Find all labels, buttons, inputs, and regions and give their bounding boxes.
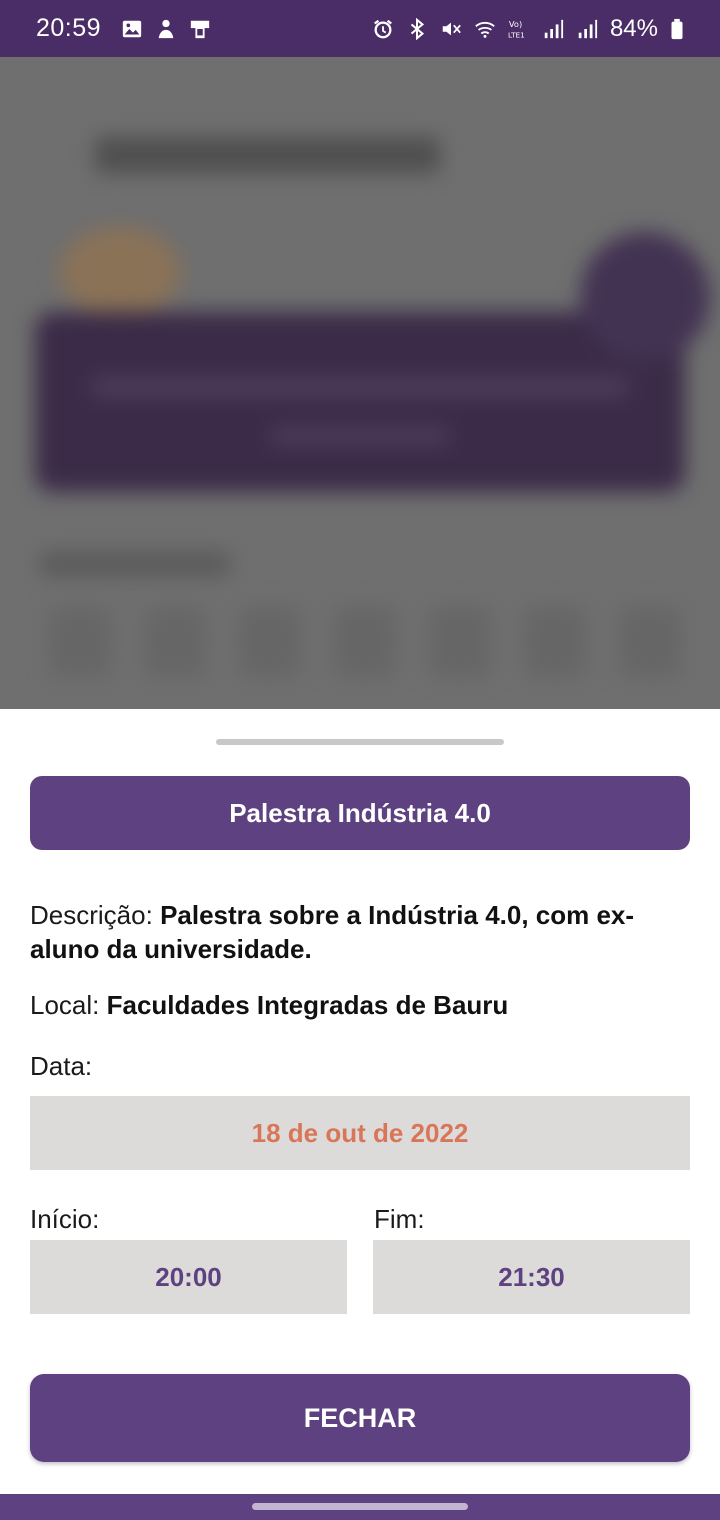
- signal-icon: [576, 18, 598, 40]
- blurred-item: [50, 607, 110, 677]
- alarm-icon: [372, 18, 394, 40]
- blurred-heading: [40, 552, 230, 576]
- blurred-item: [525, 607, 585, 677]
- start-label: Início:: [30, 1204, 100, 1234]
- blurred-item: [240, 607, 300, 677]
- sheet-drag-handle[interactable]: [216, 739, 504, 745]
- gallery-icon: [121, 18, 143, 40]
- description-label: Descrição:: [30, 900, 153, 930]
- blurred-text-line: [90, 377, 630, 397]
- blurred-header: [95, 137, 440, 173]
- blurred-item: [335, 607, 395, 677]
- blurred-item: [145, 607, 205, 677]
- event-location: Local: Faculdades Integradas de Bauru: [30, 988, 670, 1022]
- blurred-text-line: [270, 427, 450, 445]
- payment-app-icon: [189, 18, 211, 40]
- blurred-circle: [580, 232, 710, 362]
- volte-icon: Vo) LTE1: [508, 18, 530, 40]
- blurred-avatar: [60, 227, 180, 317]
- status-left-icons: [121, 18, 211, 40]
- location-value: Faculdades Integradas de Bauru: [106, 990, 509, 1020]
- blurred-content: [0, 57, 720, 709]
- signal-icon: [542, 18, 564, 40]
- blurred-item: [430, 607, 490, 677]
- end-label: Fim:: [374, 1204, 425, 1234]
- blurred-card: [35, 312, 685, 492]
- battery-icon: [670, 18, 684, 40]
- mute-icon: [440, 18, 462, 40]
- svg-text:Vo): Vo): [509, 19, 522, 29]
- home-gesture-pill[interactable]: [252, 1503, 468, 1510]
- status-time: 20:59: [36, 14, 102, 42]
- battery-percentage: 84%: [609, 14, 658, 42]
- bluetooth-icon: [406, 17, 428, 40]
- svg-text:LTE1: LTE1: [508, 30, 525, 39]
- blurred-background-app: [0, 57, 720, 709]
- start-time-field[interactable]: 20:00: [30, 1240, 347, 1314]
- status-right-icons: Vo) LTE1 84%: [372, 15, 684, 43]
- wifi-icon: [474, 18, 496, 40]
- date-label: Data:: [30, 1051, 93, 1081]
- blurred-item: [620, 607, 680, 677]
- event-title: Palestra Indústria 4.0: [30, 776, 690, 850]
- location-label: Local:: [30, 990, 100, 1020]
- close-button[interactable]: FECHAR: [30, 1374, 690, 1462]
- end-time-field[interactable]: 21:30: [373, 1240, 690, 1314]
- status-bar: 20:59 Vo) LTE1 84%: [0, 0, 720, 57]
- event-details-sheet: Palestra Indústria 4.0 Descrição: Palest…: [0, 709, 720, 1494]
- navigation-bar: [0, 1494, 720, 1520]
- notification-app-icon: [155, 18, 177, 40]
- date-field[interactable]: 18 de out de 2022: [30, 1096, 690, 1170]
- event-description: Descrição: Palestra sobre a Indústria 4.…: [30, 898, 670, 966]
